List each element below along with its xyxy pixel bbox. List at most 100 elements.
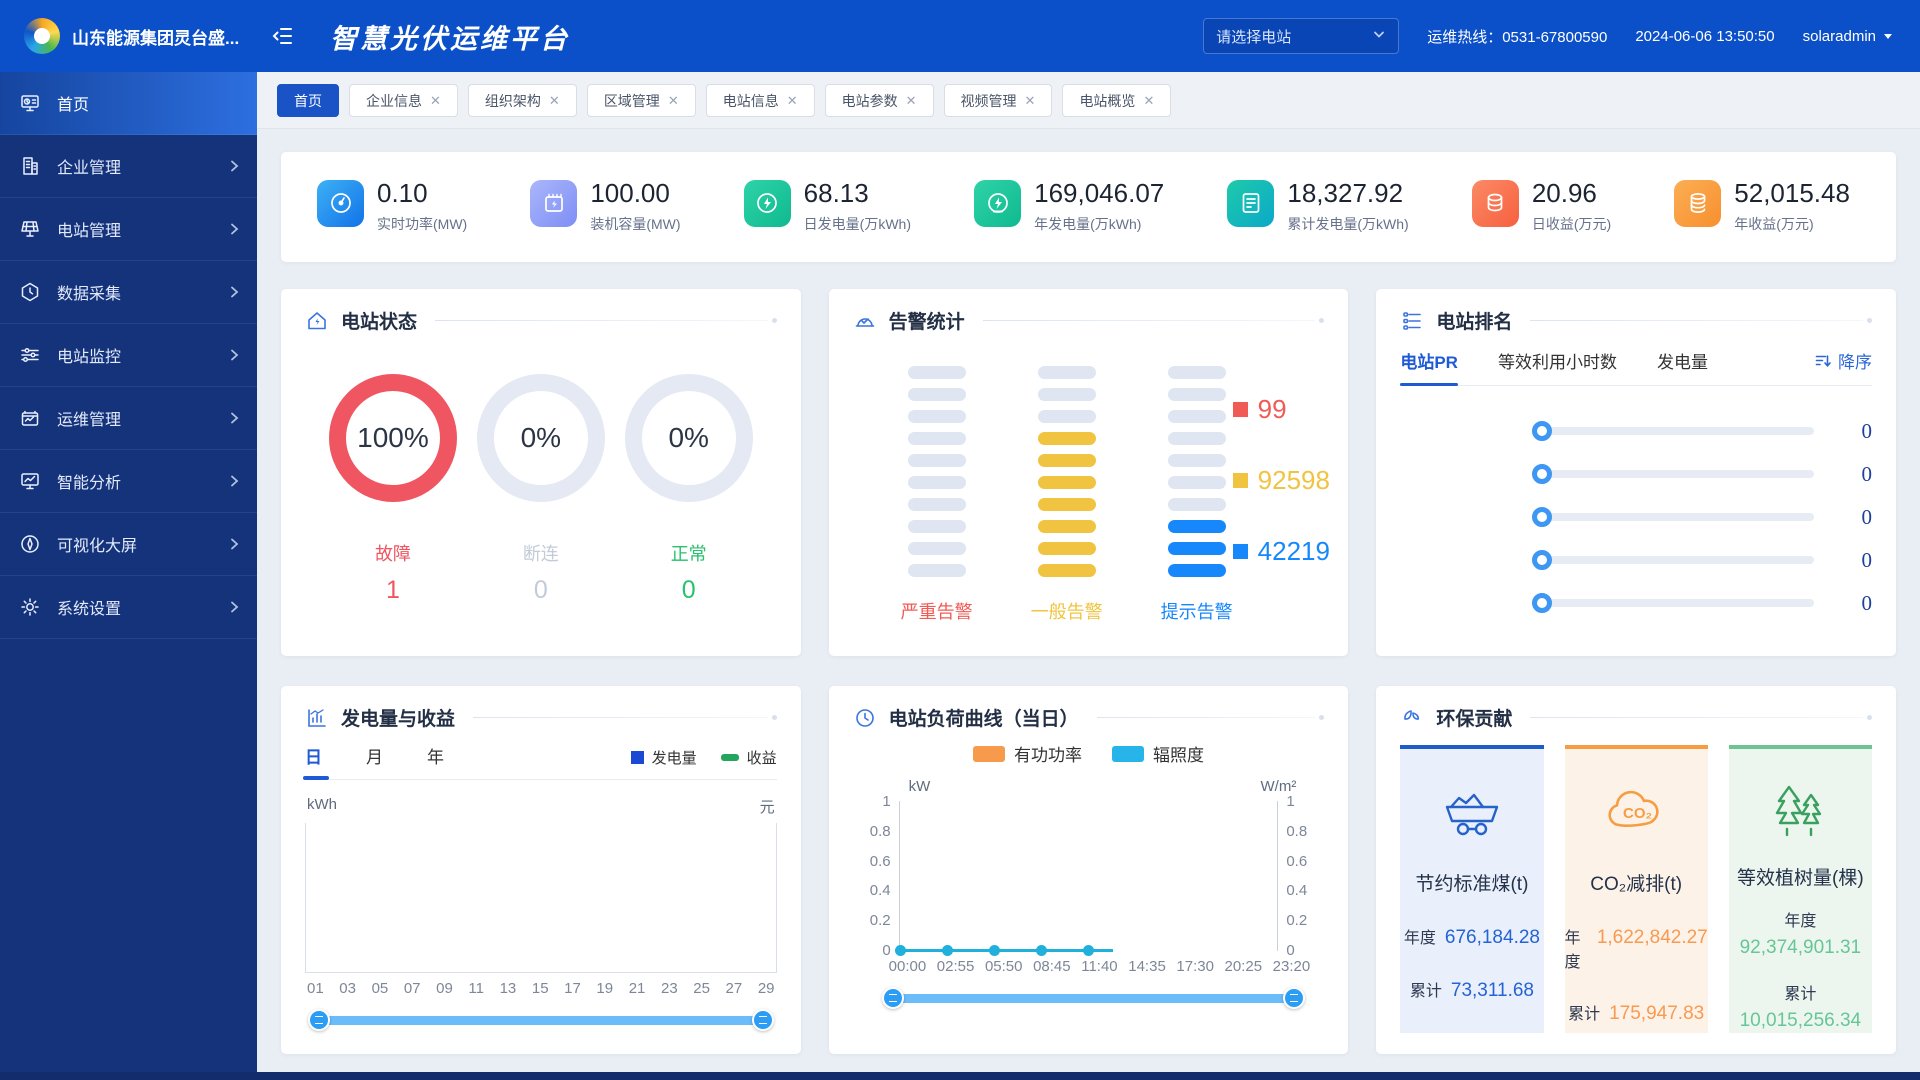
data-point <box>894 945 906 956</box>
legend-swatch <box>1232 472 1248 488</box>
alarm-count: 42219 <box>1257 535 1330 566</box>
tab-首页[interactable]: 首页 <box>277 84 339 117</box>
ranking-slider-knob[interactable] <box>1532 550 1553 570</box>
tab-电站概览[interactable]: 电站概览 ✕ <box>1062 84 1172 117</box>
sort-label: 降序 <box>1838 353 1872 372</box>
alarm-columns: 严重告警 一般告警 提示告警 <box>901 366 1233 624</box>
total-energy-icon <box>1227 179 1275 227</box>
slider-handle-left[interactable] <box>308 1009 330 1031</box>
data-point <box>1083 945 1095 956</box>
legend-item-发电量[interactable]: 发电量 <box>630 747 697 768</box>
sidebar-item-1[interactable]: 首页 <box>0 72 257 135</box>
panel-title: 发电量与收益 <box>341 709 456 730</box>
panel-station-ranking: 电站排名 电站PR 等效利用小时数 发电量 降序 0 0 0 0 0 <box>1376 289 1896 656</box>
sidebar-item-8[interactable]: 可视化大屏 <box>0 513 257 576</box>
slider-handle-right[interactable] <box>751 1009 774 1031</box>
sort-descending-button[interactable]: 降序 <box>1814 348 1872 385</box>
legend-item-辐照度[interactable]: 辐照度 <box>1111 741 1204 766</box>
kpi-label: 装机容量(MW) <box>590 216 681 233</box>
panel-header: 发电量与收益 <box>305 704 777 731</box>
sidebar-item-3[interactable]: 电站管理 <box>0 198 257 261</box>
current-datetime: 2024-06-06 13:50:50 <box>1635 27 1775 45</box>
y-tick: 0.8 <box>869 822 891 840</box>
ranking-tab-等效利用小时数[interactable]: 等效利用小时数 <box>1498 348 1617 385</box>
legend-item-有功功率[interactable]: 有功功率 <box>972 741 1082 766</box>
ranking-slider-knob[interactable] <box>1532 507 1553 527</box>
sidebar-item-4[interactable]: 数据采集 <box>0 261 257 324</box>
kpi-label: 年收益(万元) <box>1734 216 1814 233</box>
user-menu[interactable]: solaradmin <box>1803 28 1894 45</box>
tab-close-icon[interactable]: ✕ <box>1025 93 1036 109</box>
analysis-icon <box>18 469 42 493</box>
data-point <box>989 945 1001 956</box>
ranking-tab-发电量[interactable]: 发电量 <box>1657 348 1708 385</box>
ranking-slider-knob[interactable] <box>1532 464 1553 484</box>
alarm-column-label: 严重告警 <box>900 602 973 622</box>
tab-视频管理[interactable]: 视频管理 ✕ <box>943 84 1053 117</box>
energy-plot-area <box>305 823 777 973</box>
status-label: 正常 <box>670 544 707 564</box>
kpi-value: 18,327.92 <box>1287 177 1404 208</box>
ranking-slider-knob[interactable] <box>1532 421 1553 441</box>
tab-close-icon[interactable]: ✕ <box>906 93 917 109</box>
alarm-pill <box>1167 520 1226 533</box>
legend-label: 有功功率 <box>1013 746 1082 765</box>
energy-tabs-row: 日 月 年 发电量 收益 <box>303 743 777 780</box>
hotline-number: 0531-67800590 <box>1502 28 1608 46</box>
slider-track[interactable] <box>319 1016 763 1025</box>
kpi-年发电量(万kWh): 169,046.07 年发电量(万kWh) <box>974 179 1164 234</box>
sidebar-item-5[interactable]: 电站监控 <box>0 324 257 387</box>
tab-close-icon[interactable]: ✕ <box>549 93 560 109</box>
kpi-text: 0.10 实时功率(MW) <box>377 179 467 234</box>
alarm-pill <box>907 476 966 489</box>
energy-tab-日[interactable]: 日 <box>303 743 329 780</box>
sidebar-item-2[interactable]: 企业管理 <box>0 135 257 198</box>
data-point <box>1036 945 1048 956</box>
slider-handle-left[interactable] <box>881 987 904 1009</box>
x-tick: 19 <box>596 980 614 997</box>
sidebar-item-7[interactable]: 智能分析 <box>0 450 257 513</box>
tab-组织架构[interactable]: 组织架构 ✕ <box>467 84 577 117</box>
tab-close-icon[interactable]: ✕ <box>668 93 679 109</box>
station-select[interactable]: 请选择电站 <box>1203 18 1400 54</box>
env-card-label: CO₂减排(t) <box>1590 874 1683 895</box>
tab-企业信息[interactable]: 企业信息 ✕ <box>349 84 458 117</box>
energy-range-slider[interactable] <box>308 1009 774 1031</box>
tab-电站参数[interactable]: 电站参数 ✕ <box>824 84 934 117</box>
ranking-row: 0 <box>1400 591 1872 615</box>
alarm-pill <box>1037 498 1096 511</box>
slider-track[interactable] <box>892 994 1295 1003</box>
load-legend: 有功功率 辐照度 <box>853 741 1325 766</box>
status-label: 断连 <box>522 544 559 564</box>
ranking-row: 0 <box>1400 548 1872 572</box>
ranking-tab-电站PR[interactable]: 电站PR <box>1400 348 1458 386</box>
annual-label: 年度 <box>1784 913 1817 930</box>
load-range-slider[interactable] <box>881 987 1306 1009</box>
tab-close-icon[interactable]: ✕ <box>430 93 441 109</box>
total-value: 175,947.83 <box>1609 1003 1705 1024</box>
ranking-bar <box>1548 599 1814 607</box>
slider-handle-right[interactable] <box>1283 987 1306 1009</box>
horizontal-scrollbar[interactable] <box>0 1072 1920 1080</box>
y-tick: 0.6 <box>1286 852 1308 870</box>
tab-close-icon[interactable]: ✕ <box>1143 93 1154 109</box>
energy-tab-月[interactable]: 月 <box>366 743 383 779</box>
sort-descending-icon <box>1815 354 1831 367</box>
tab-close-icon[interactable]: ✕ <box>787 93 798 109</box>
ranking-slider-knob[interactable] <box>1532 593 1553 613</box>
tab-电站信息[interactable]: 电站信息 ✕ <box>705 84 815 117</box>
svg-text:CO₂: CO₂ <box>1623 805 1652 822</box>
sidebar-collapse-icon[interactable] <box>272 25 294 47</box>
energy-tab-年[interactable]: 年 <box>427 743 444 779</box>
sidebar-item-6[interactable]: 运维管理 <box>0 387 257 450</box>
x-tick: 03 <box>339 980 356 997</box>
env-card-trees: 等效植树量(棵) 年度 92,374,901.31 累计 10,015,256.… <box>1728 745 1872 1033</box>
kpi-日发电量(万kWh): 68.13 日发电量(万kWh) <box>743 179 911 234</box>
tab-区域管理[interactable]: 区域管理 ✕ <box>586 84 696 117</box>
sidebar-item-9[interactable]: 系统设置 <box>0 576 257 639</box>
app-title: 智慧光伏运维平台 <box>330 23 570 54</box>
chevron-right-icon <box>227 222 241 236</box>
home-icon <box>18 91 42 115</box>
tab-label: 企业信息 <box>366 92 422 109</box>
legend-item-收益[interactable]: 收益 <box>720 747 777 768</box>
